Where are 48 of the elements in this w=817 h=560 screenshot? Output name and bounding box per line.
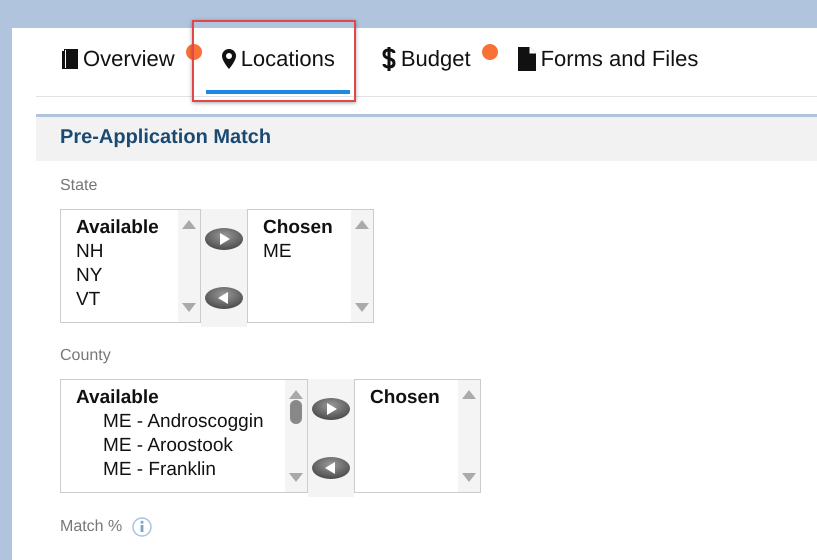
- map-pin-icon: [220, 48, 237, 70]
- scroll-down-icon[interactable]: [289, 473, 303, 482]
- list-option[interactable]: ME - Franklin: [76, 458, 285, 482]
- scroll-down-icon[interactable]: [355, 303, 369, 312]
- dollar-icon: [380, 46, 397, 72]
- tab[interactable]: Overview: [46, 28, 190, 94]
- scroll-up-icon[interactable]: [182, 220, 196, 229]
- field-label: Match %: [60, 518, 122, 536]
- scroll-down-icon[interactable]: [462, 473, 476, 482]
- list-option[interactable]: ME: [263, 240, 351, 264]
- document-icon: [516, 46, 537, 72]
- scroll-bar[interactable]: [351, 210, 373, 322]
- scroll-bar[interactable]: [458, 380, 480, 492]
- scroll-up-icon[interactable]: [355, 220, 369, 229]
- field-label: County: [60, 347, 111, 365]
- scroll-down-icon[interactable]: [182, 303, 196, 312]
- field-label: State: [60, 177, 98, 195]
- list-heading: Available: [76, 386, 160, 410]
- scroll-thumb[interactable]: [290, 400, 302, 424]
- scroll-up-icon[interactable]: [462, 390, 476, 399]
- list-option[interactable]: ME - Androscoggin: [76, 410, 285, 434]
- list-heading: Chosen: [263, 216, 334, 240]
- tab[interactable]: Budget: [366, 28, 486, 94]
- tab-label: Overview: [83, 46, 175, 72]
- list-heading: Chosen: [370, 386, 441, 410]
- book-icon: [61, 48, 79, 70]
- move-left-button[interactable]: [311, 456, 351, 480]
- tab-label: Locations: [240, 46, 335, 72]
- list-option[interactable]: NH: [76, 240, 178, 264]
- list-option[interactable]: VT: [76, 288, 178, 312]
- info-icon[interactable]: [132, 517, 152, 537]
- list-box[interactable]: Available NH NY VT: [60, 209, 201, 323]
- list-box[interactable]: Available ME - Androscoggin ME - Aroostook ME - Franklin: [60, 379, 308, 493]
- tab[interactable]: Locations: [206, 28, 350, 94]
- scroll-bar[interactable]: [285, 380, 307, 492]
- list-box[interactable]: Chosen ME: [247, 209, 374, 323]
- move-right-button[interactable]: [311, 396, 351, 420]
- tab-label: Forms and Files: [540, 46, 698, 72]
- tab[interactable]: Forms and Files: [502, 28, 714, 94]
- list-box[interactable]: Chosen: [354, 379, 481, 493]
- section-title: Pre-Application Match: [36, 117, 817, 161]
- tab-label: Budget: [400, 46, 471, 72]
- move-left-button[interactable]: [204, 286, 244, 310]
- list-option[interactable]: ME - Aroostook: [76, 434, 285, 458]
- list-option[interactable]: NY: [76, 264, 178, 288]
- list-heading: Available: [76, 216, 160, 240]
- scroll-bar[interactable]: [178, 210, 200, 322]
- move-right-button[interactable]: [204, 226, 244, 250]
